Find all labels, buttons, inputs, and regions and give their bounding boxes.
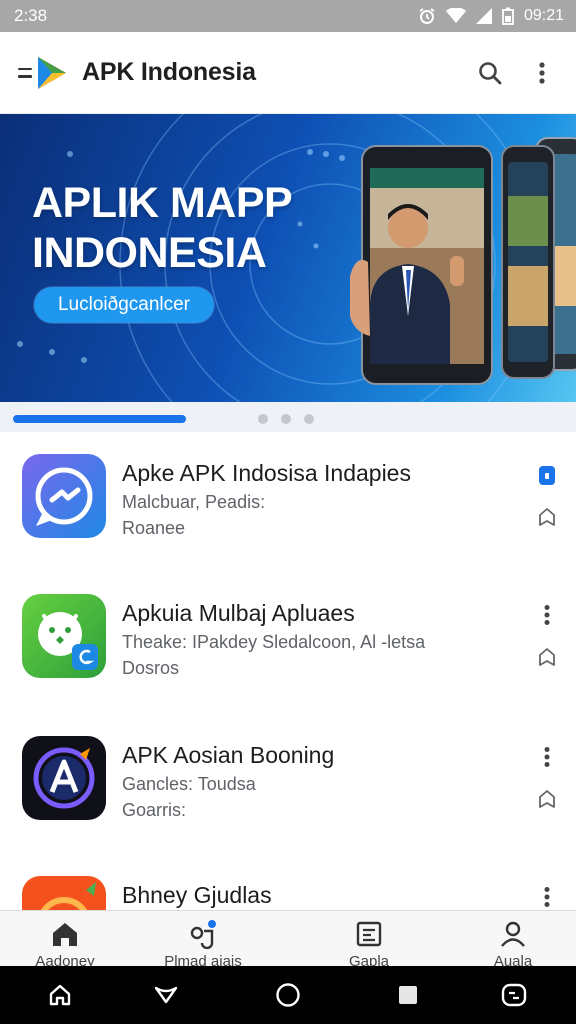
more-options-icon[interactable]: [534, 602, 560, 628]
home-icon: [53, 923, 77, 946]
app-list-item[interactable]: Bhney Gjudlas: [0, 854, 576, 910]
bookmark-icon[interactable]: [534, 786, 560, 812]
indicator-active[interactable]: [13, 415, 186, 423]
banner-title-line1: APLIK MAPP: [32, 179, 293, 227]
nav-tab-news[interactable]: Gapla: [314, 911, 424, 966]
status-icons: 09:21: [418, 7, 564, 25]
banner-cta-button[interactable]: Lucloiðgcanlcer: [34, 287, 214, 323]
system-circle-icon[interactable]: [274, 981, 302, 1009]
promo-banner[interactable]: APLIK MAPP INDONESIA Lucloiðgcanlcer: [0, 114, 576, 402]
lock-icon[interactable]: [534, 462, 560, 488]
a-badge-icon: [22, 736, 106, 820]
orange-app-icon: [22, 876, 106, 910]
app-list-item[interactable]: APK Aosian Booning Gancles: Toudsa Goarr…: [0, 714, 576, 854]
apps-icon: [190, 920, 216, 949]
nav-tab-apps[interactable]: Plmad aiais: [148, 911, 258, 966]
app-logo: [38, 56, 66, 89]
banner-title: APLIK MAPP INDONESIA: [32, 178, 293, 278]
app-name: Bhney Gjudlas: [122, 882, 272, 908]
more-options-icon[interactable]: [522, 53, 562, 93]
nav-label: Auala: [493, 953, 533, 966]
app-name: Apke APK Indosisa Indapies: [122, 460, 411, 486]
more-options-icon[interactable]: [534, 884, 560, 910]
indicator-dot[interactable]: [258, 414, 268, 424]
status-clock: 09:21: [523, 7, 564, 24]
app-list-item[interactable]: Apkuia Mulbaj Apluaes Theake: IPakdey Sl…: [0, 572, 576, 712]
system-home-icon[interactable]: [46, 981, 74, 1009]
system-back-icon[interactable]: [152, 981, 180, 1009]
more-options-icon[interactable]: [534, 744, 560, 770]
carousel-indicators: [0, 402, 576, 432]
system-assistant-icon[interactable]: [500, 981, 528, 1009]
signal-icon: [475, 8, 492, 24]
status-time: 2:38: [14, 6, 48, 25]
app-developer: Malcbuar, Peadis:: [122, 492, 266, 512]
indicator-dot[interactable]: [281, 414, 291, 424]
nav-label: Plmad aiais: [164, 953, 242, 966]
app-developer: Gancles: Toudsa: [122, 774, 256, 794]
app-name: APK Aosian Booning: [122, 742, 335, 768]
bottom-navigation: Aadoney Plmad aiais Gapla Auala: [0, 910, 576, 966]
wifi-icon: [445, 8, 466, 24]
system-recents-icon[interactable]: [394, 981, 422, 1009]
nav-label: Gapla: [348, 953, 390, 966]
battery-icon: [502, 7, 514, 25]
search-icon[interactable]: [470, 53, 510, 93]
alarm-icon: [418, 7, 436, 25]
app-title: APK Indonesia: [82, 58, 256, 86]
phones-illustration: [350, 137, 576, 385]
news-icon: [356, 921, 382, 947]
app-category: Goarris:: [122, 800, 187, 820]
nav-tab-home[interactable]: Aadoney: [10, 911, 120, 966]
app-category: Roanee: [122, 518, 186, 538]
account-icon: [501, 921, 525, 947]
app-developer: Theake: IPakdey Sledalcoon, Al -letsa: [122, 632, 426, 652]
app-bar: APK Indonesia: [0, 32, 576, 114]
nav-tab-account[interactable]: Auala: [458, 911, 568, 966]
nav-label: Aadoney: [35, 953, 95, 966]
system-navigation-bar: [0, 966, 576, 1024]
app-name: Apkuia Mulbaj Apluaes: [122, 600, 355, 626]
banner-title-line2: INDONESIA: [32, 229, 267, 277]
bookmark-icon[interactable]: [534, 504, 560, 530]
indicator-dot[interactable]: [304, 414, 314, 424]
app-list: Apke APK Indosisa Indapies Malcbuar, Pea…: [0, 432, 576, 910]
status-bar: 2:38 09:21: [0, 0, 576, 32]
bookmark-icon[interactable]: [534, 644, 560, 670]
app-list-item[interactable]: Apke APK Indosisa Indapies Malcbuar, Pea…: [0, 432, 576, 572]
android-icon: [22, 594, 106, 678]
messenger-icon: [22, 454, 106, 538]
app-category: Dosros: [122, 658, 180, 678]
